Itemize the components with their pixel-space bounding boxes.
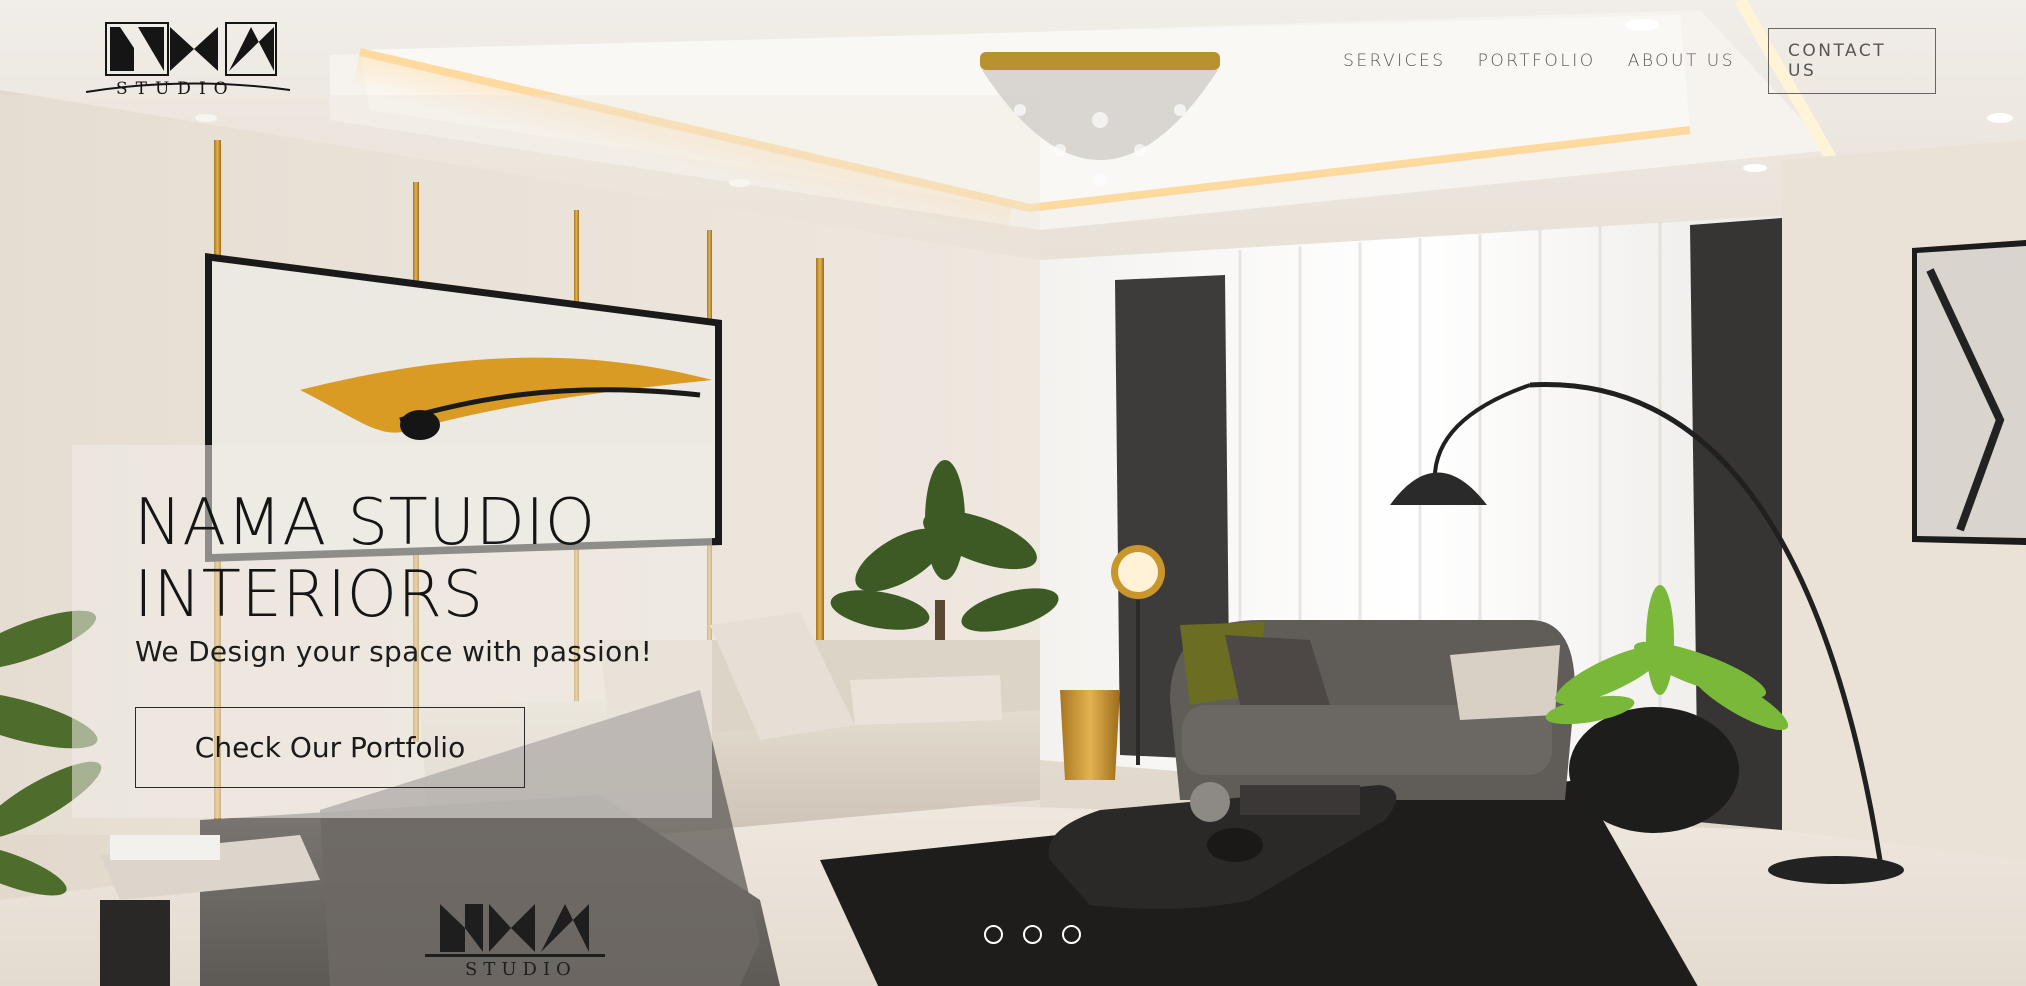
svg-text:STUDIO: STUDIO — [465, 959, 577, 980]
carousel-pagination — [984, 925, 1101, 944]
hero-text-card: NAMA STUDIO INTERIORS We Design your spa… — [72, 445, 712, 818]
hero-subtitle: We Design your space with passion! — [135, 635, 653, 668]
hero-title-line-1: NAMA STUDIO — [134, 486, 596, 560]
nav-portfolio-link[interactable]: PORTFOLIO — [1478, 51, 1596, 71]
nav-services-link[interactable]: SERVICES — [1343, 51, 1445, 71]
main-navigation: SERVICES PORTFOLIO ABOUT US CONTACT US — [1343, 28, 1936, 94]
carousel-dot-1[interactable] — [984, 925, 1003, 944]
contact-us-button[interactable]: CONTACT US — [1768, 28, 1936, 94]
carousel-dot-3[interactable] — [1062, 925, 1081, 944]
svg-text:STUDIO: STUDIO — [116, 79, 236, 99]
hero-title-line-2: INTERIORS — [134, 558, 484, 632]
nav-about-link[interactable]: ABOUT US — [1628, 51, 1735, 71]
nama-studio-logo[interactable]: STUDIO — [86, 20, 290, 102]
carousel-dot-2[interactable] — [1023, 925, 1042, 944]
hero-title: NAMA STUDIO INTERIORS — [134, 487, 694, 631]
hero-banner: STUDIO STUDIO SERVICES PORTFOLIO ABOUT U… — [0, 0, 2026, 986]
check-portfolio-button[interactable]: Check Our Portfolio — [135, 707, 525, 788]
